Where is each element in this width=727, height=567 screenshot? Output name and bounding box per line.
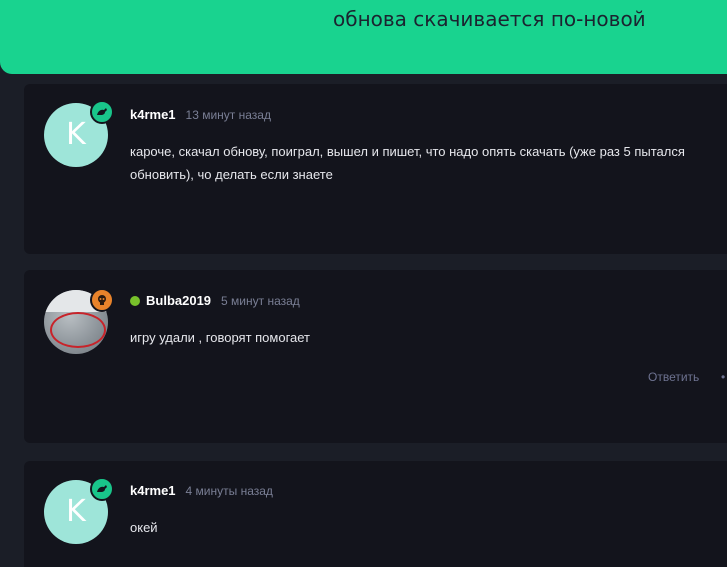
skull-icon: [90, 288, 114, 312]
post-header: k4rme1 13 минут назад: [130, 107, 271, 122]
post-time[interactable]: 13 минут назад: [186, 108, 271, 122]
post-text: игру удали , говорят помогает: [130, 330, 311, 345]
post-time[interactable]: 5 минут назад: [221, 294, 300, 308]
author-name[interactable]: k4rme1: [130, 107, 176, 122]
avatar-letter: K: [66, 117, 86, 152]
author-name[interactable]: k4rme1: [130, 483, 176, 498]
reply-button[interactable]: Ответить: [648, 370, 699, 384]
post-header: Bulba2019 5 минут назад: [130, 293, 300, 308]
forum-page: обнова скачивается по-новой K k4rme1 13 …: [0, 0, 727, 567]
online-indicator: [130, 295, 140, 306]
author-name[interactable]: Bulba2019: [146, 293, 211, 308]
post-header: k4rme1 4 минуты назад: [130, 483, 273, 498]
post-card: K k4rme1 13 минут назад кароче, скачал о…: [24, 84, 727, 254]
avatar-letter: K: [66, 494, 86, 529]
rat-icon: [90, 100, 114, 124]
avatar-photo-ring: [50, 312, 106, 348]
post-card: K k4rme1 4 минуты назад окей: [24, 461, 727, 567]
topic-banner: обнова скачивается по-новой: [0, 0, 727, 74]
more-options-icon[interactable]: •: [721, 370, 725, 384]
topic-title: обнова скачивается по-новой: [333, 7, 646, 31]
post-text: окей: [130, 520, 158, 535]
post-text: кароче, скачал обнову, поиграл, вышел и …: [130, 144, 685, 182]
rat-icon: [90, 477, 114, 501]
post-card: Bulba2019 5 минут назад игру удали , гов…: [24, 270, 727, 443]
post-time[interactable]: 4 минуты назад: [186, 484, 273, 498]
